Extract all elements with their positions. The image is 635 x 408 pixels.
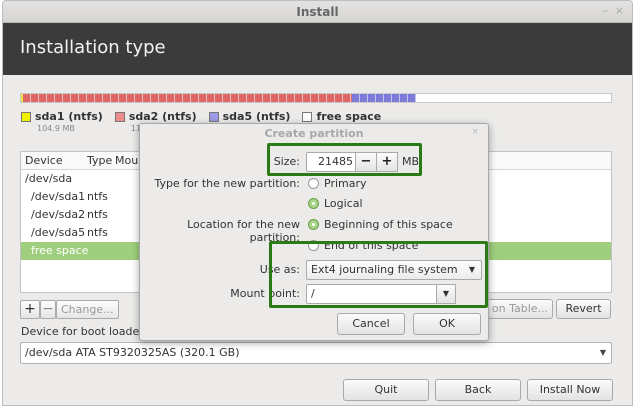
legend-size: 104.9 MB [37, 124, 75, 133]
size-increase-button[interactable]: + [376, 152, 398, 172]
row-device: /dev/sda2 [31, 208, 86, 221]
minimize-icon[interactable]: – [603, 4, 609, 17]
use-as-label: Use as: [259, 263, 300, 276]
dropdown-arrow-icon: ▼ [468, 265, 475, 274]
size-spinbox[interactable]: 21485 − + [306, 152, 398, 172]
install-now-button[interactable]: Install Now [527, 379, 613, 401]
legend-swatch [208, 111, 219, 122]
row-device: free space [31, 244, 89, 257]
size-decrease-button[interactable]: − [355, 152, 377, 172]
row-type: ntfs [87, 208, 108, 221]
ok-button[interactable]: OK [413, 313, 481, 335]
remove-partition-button[interactable]: − [40, 300, 56, 319]
cancel-button[interactable]: Cancel [337, 313, 405, 335]
size-label: Size: [273, 155, 300, 168]
radio-beginning[interactable]: Beginning of this space [308, 218, 453, 231]
change-partition-button[interactable]: Change... [56, 300, 119, 319]
row-device: /dev/sda5 [31, 226, 86, 239]
dialog-title: Create partition [264, 127, 364, 140]
partition-bar-segment [22, 94, 352, 102]
row-device: /dev/sda [25, 172, 73, 185]
new-partition-table-button[interactable]: on Table... [487, 299, 553, 319]
radio-beginning-label: Beginning of this space [324, 218, 453, 231]
filesystem-value: Ext4 journaling file system [311, 263, 458, 276]
radio-primary-label: Primary [324, 177, 367, 190]
legend-label: sda1 (ntfs) [35, 110, 103, 123]
radio-end-label: End of this space [324, 239, 419, 252]
legend-swatch [302, 111, 313, 122]
legend-item-sda1: sda1 (ntfs) 104.9 MB [21, 110, 103, 133]
radio-off-icon [308, 178, 319, 189]
legend-label: sda2 (ntfs) [128, 110, 197, 123]
partition-type-label: Type for the new partition: [154, 177, 300, 190]
boot-loader-select[interactable]: /dev/sda ATA ST9320325AS (320.1 GB) ▼ [20, 342, 612, 364]
filesystem-select[interactable]: Ext4 journaling file system ▼ [306, 260, 482, 280]
close-icon[interactable]: × [615, 4, 624, 17]
partition-bar [20, 93, 612, 103]
mount-point-value: / [311, 287, 315, 300]
radio-logical-label: Logical [324, 197, 363, 210]
partition-bar-segment [415, 94, 611, 102]
add-partition-button[interactable]: + [20, 300, 40, 319]
column-header-type[interactable]: Type [87, 154, 112, 167]
mount-point-label: Mount point: [230, 287, 300, 300]
radio-off-icon [308, 240, 319, 251]
header-banner: Installation type [3, 23, 632, 75]
radio-on-icon [308, 219, 319, 230]
partition-bar-segment [351, 94, 416, 102]
size-unit: MB [402, 155, 420, 168]
create-partition-dialog: Create partition × Size: 21485 − + MB Ty… [139, 123, 489, 341]
back-button[interactable]: Back [435, 379, 521, 401]
legend-label: sda5 (ntfs) [222, 110, 291, 123]
boot-loader-label: Device for boot loader in [21, 325, 158, 338]
legend-label: free space [316, 110, 382, 123]
dialog-close-icon[interactable]: × [471, 127, 479, 137]
row-type: ntfs [87, 226, 108, 239]
installer-window: Install – × Installation type sda1 (ntfs… [2, 0, 633, 406]
location-label: Location for the new partition: [187, 218, 300, 244]
legend-swatch [114, 111, 125, 122]
dropdown-arrow-icon: ▼ [599, 348, 606, 357]
revert-button[interactable]: Revert [556, 299, 611, 319]
title-bar: Install – × [3, 1, 632, 23]
partition-toolbar: + − Change... [20, 300, 119, 319]
mount-point-input[interactable]: / ▼ [306, 284, 456, 304]
row-type: ntfs [87, 190, 108, 203]
radio-on-icon [308, 198, 319, 209]
size-value: 21485 [318, 155, 353, 168]
dropdown-arrow-icon[interactable]: ▼ [436, 284, 456, 304]
quit-button[interactable]: Quit [343, 379, 429, 401]
legend-swatch [21, 111, 31, 122]
radio-primary[interactable]: Primary [308, 177, 367, 190]
column-header-device[interactable]: Device [25, 154, 63, 167]
page-title: Installation type [20, 37, 166, 58]
boot-loader-value: /dev/sda ATA ST9320325AS (320.1 GB) [25, 346, 240, 359]
radio-end[interactable]: End of this space [308, 239, 418, 252]
row-device: /dev/sda1 [31, 190, 86, 203]
window-title: Install [296, 5, 339, 19]
radio-logical[interactable]: Logical [308, 197, 363, 210]
